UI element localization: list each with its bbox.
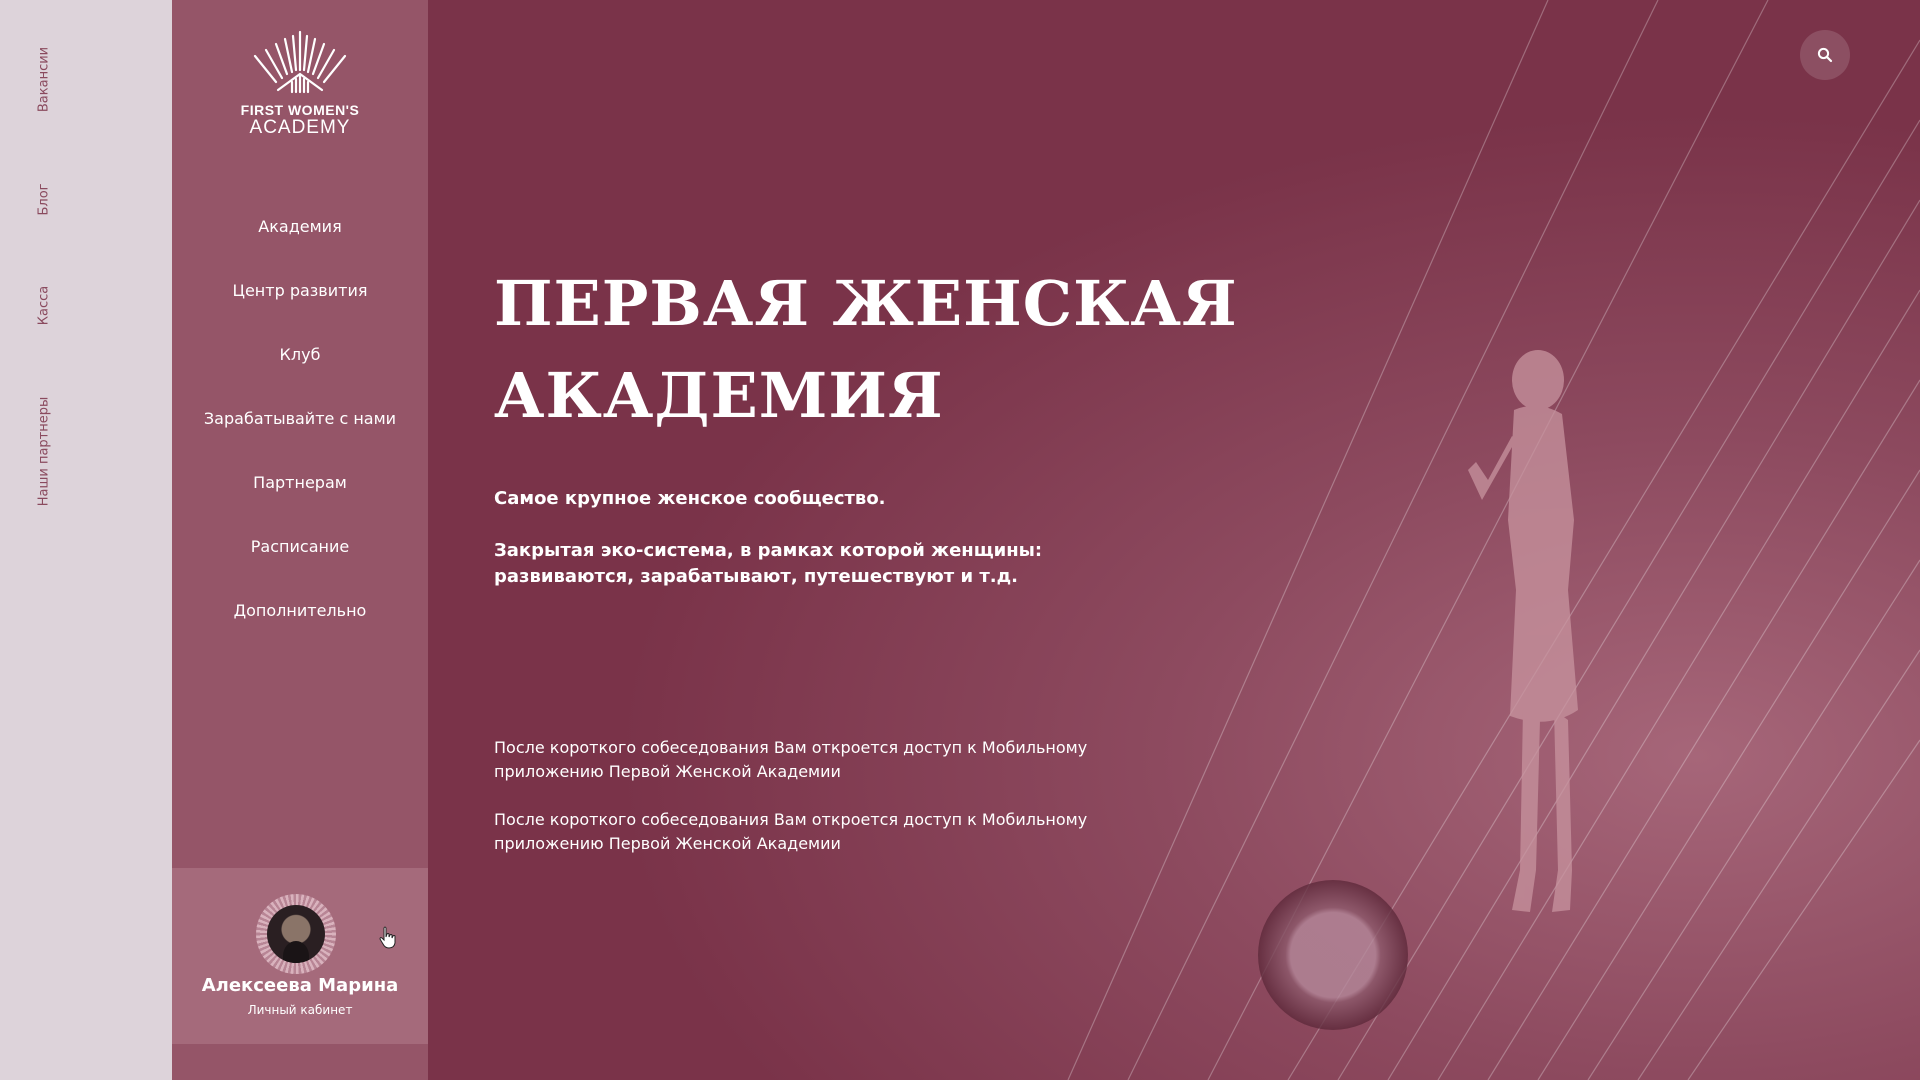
nav-item-additional[interactable]: Дополнительно <box>172 596 428 660</box>
personal-account-link[interactable]: Личный кабинет <box>172 1003 428 1017</box>
speaker-silhouette <box>1468 350 1578 912</box>
nav-item-partners[interactable]: Партнерам <box>172 468 428 532</box>
search-button[interactable] <box>1800 30 1850 80</box>
logo-text-line1: FIRST WOMEN'S <box>240 102 360 118</box>
hero-note-1: После короткого собеседования Вам открое… <box>494 738 1088 781</box>
hero-lead: Самое крупное женское сообщество. <box>494 488 886 509</box>
hero-note-2: После короткого собеседования Вам открое… <box>494 810 1088 853</box>
user-name[interactable]: Алексеева Марина <box>172 975 428 996</box>
nav-item-schedule[interactable]: Расписание <box>172 532 428 596</box>
side-link-blog[interactable]: Блог <box>37 183 52 215</box>
avatar[interactable] <box>256 894 336 974</box>
search-icon <box>1817 47 1833 63</box>
logo-text-line2: ACADEMY <box>249 117 351 138</box>
page-title-line1: ПЕРВАЯ ЖЕНСКАЯ <box>494 267 1238 340</box>
nav-column: FIRST WOMEN'S ACADEMY Академия Центр раз… <box>172 0 428 1080</box>
stage-light <box>1258 880 1408 1030</box>
logo[interactable]: FIRST WOMEN'S ACADEMY <box>172 30 428 139</box>
side-link-vacancies[interactable]: Вакансии <box>37 47 52 112</box>
nav-item-club[interactable]: Клуб <box>172 340 428 404</box>
nav-item-academy[interactable]: Академия <box>172 212 428 276</box>
page-title: ПЕРВАЯ ЖЕНСКАЯ АКАДЕМИЯ <box>494 258 1254 442</box>
page-title-line2: АКАДЕМИЯ <box>494 359 944 432</box>
nav-item-development-center[interactable]: Центр развития <box>172 276 428 340</box>
side-link-partners[interactable]: Наши партнеры <box>37 397 52 507</box>
hero-description: Закрытая эко-система, в рамках которой ж… <box>494 540 1043 587</box>
crown-icon <box>253 30 347 94</box>
nav-item-earn-with-us[interactable]: Зарабатывайте с нами <box>172 404 428 468</box>
side-link-cashier[interactable]: Касса <box>37 286 52 325</box>
user-panel: Алексеева Марина Личный кабинет <box>172 868 428 1044</box>
main-nav: Академия Центр развития Клуб Зарабатывай… <box>172 212 428 660</box>
avatar-photo <box>267 905 325 963</box>
hand-cursor-icon <box>379 926 396 949</box>
side-strip: Вакансии Блог Касса Наши партнеры <box>0 0 172 1080</box>
